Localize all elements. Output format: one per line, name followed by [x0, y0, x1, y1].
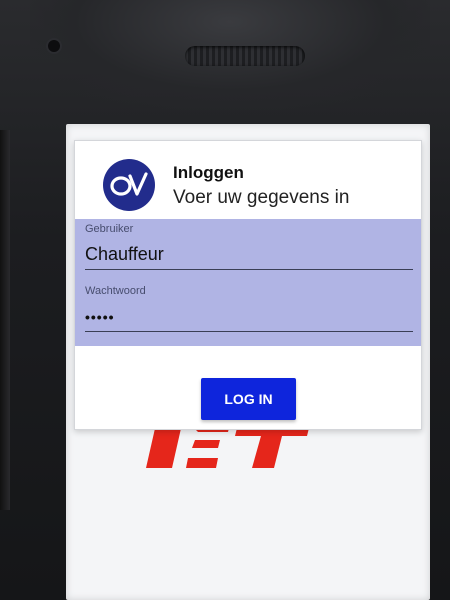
device-frame: Inloggen Voer uw gegevens in Gebruiker W… — [0, 0, 450, 600]
brand-logo — [146, 424, 310, 468]
login-button[interactable]: LOG IN — [201, 378, 296, 420]
dialog-header: Inloggen Voer uw gegevens in — [75, 141, 421, 219]
dialog-title: Inloggen — [173, 163, 244, 182]
password-label: Wachtwoord — [85, 285, 146, 297]
device-screen: Inloggen Voer uw gegevens in Gebruiker W… — [66, 124, 430, 600]
ov-logo-glyph — [110, 172, 148, 196]
speaker-grill — [185, 46, 305, 66]
username-label: Gebruiker — [85, 223, 134, 235]
dialog-subtitle: Voer uw gegevens in — [173, 187, 350, 208]
login-form: Gebruiker Wachtwoord — [75, 219, 421, 346]
ov-logo-icon — [103, 159, 155, 211]
login-dialog: Inloggen Voer uw gegevens in Gebruiker W… — [74, 140, 422, 430]
front-camera — [48, 40, 60, 52]
device-side-rail — [0, 130, 10, 510]
username-field-group: Gebruiker — [85, 223, 413, 270]
username-input[interactable] — [85, 240, 413, 270]
password-input[interactable] — [85, 302, 413, 332]
password-field-group: Wachtwoord — [85, 285, 413, 332]
